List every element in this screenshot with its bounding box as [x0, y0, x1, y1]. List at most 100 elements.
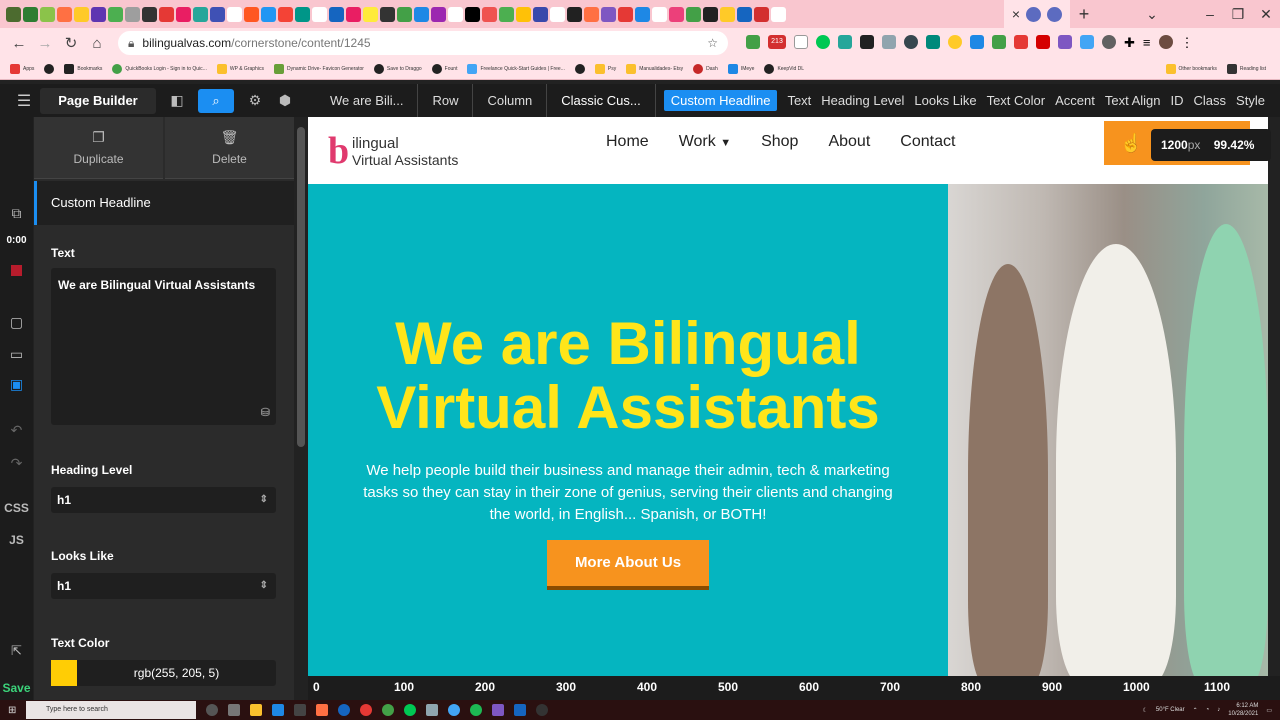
extension-icon[interactable]	[860, 35, 874, 49]
tab-favicon[interactable]	[363, 6, 378, 22]
tab-favicon[interactable]	[227, 6, 242, 22]
extension-icon[interactable]	[1014, 35, 1028, 49]
tab-favicon[interactable]	[754, 6, 769, 22]
bookmark-star-icon[interactable]: ☆	[707, 36, 718, 50]
tab-favicon[interactable]	[278, 6, 293, 22]
tab-favicon[interactable]	[74, 6, 89, 22]
profile-avatar[interactable]	[1158, 35, 1173, 49]
tab-favicon[interactable]	[550, 6, 565, 22]
cube-icon[interactable]: ⬢	[270, 92, 300, 109]
extension-icon[interactable]	[970, 35, 984, 49]
tab-favicon[interactable]	[397, 6, 412, 22]
gear-icon[interactable]: ⚙	[240, 92, 270, 109]
tray-chevron-icon[interactable]: ⌃	[1193, 707, 1198, 714]
css-button[interactable]: CSS	[0, 501, 33, 515]
extension-icon[interactable]	[1080, 35, 1094, 49]
taskbar-search-input[interactable]: Type here to search	[26, 701, 196, 719]
desktop-icon[interactable]: ▣	[0, 376, 33, 393]
tab-favicon[interactable]	[703, 6, 718, 22]
windows-start-icon[interactable]: ⊞	[8, 705, 16, 716]
reading-list[interactable]: Reading list	[1226, 63, 1266, 74]
nav-shop[interactable]: Shop	[761, 133, 798, 151]
bookmark-folder[interactable]: WP & Graphics	[216, 63, 264, 74]
heading-level-select[interactable]: h1 ⇕	[51, 487, 276, 513]
property-link-text-color[interactable]: Text Color	[987, 93, 1046, 108]
tab-favicon[interactable]	[91, 6, 106, 22]
property-link-accent[interactable]: Accent	[1055, 93, 1095, 108]
tab-favicon[interactable]	[499, 6, 514, 22]
js-button[interactable]: JS	[0, 533, 33, 547]
bookmark-folder[interactable]: Psy	[594, 63, 616, 74]
extensions-puzzle-icon[interactable]: ✚	[1124, 35, 1135, 51]
reload-icon[interactable]: ↻	[58, 34, 84, 52]
site-logo[interactable]: b ilingual Virtual Assistants	[328, 127, 498, 172]
property-link-class[interactable]: Class	[1194, 93, 1227, 108]
laptop-icon[interactable]: ▭	[0, 346, 33, 363]
tab-favicon[interactable]	[23, 6, 38, 22]
tab-favicon[interactable]	[414, 6, 429, 22]
tab-favicon[interactable]	[210, 6, 225, 22]
bookmark-folder[interactable]: Manualidades- Etsy	[626, 63, 683, 74]
layout-panel-icon[interactable]: ◧	[162, 92, 192, 109]
tab-favicon[interactable]	[771, 6, 786, 22]
bookmark-item[interactable]: Freelance Quick-Start Guides | Free...	[467, 63, 565, 74]
hero-heading[interactable]: We are Bilingual Virtual Assistants	[308, 312, 948, 440]
breadcrumb-item[interactable]: Column	[473, 84, 548, 117]
delete-button[interactable]: 🗑︎ Delete	[165, 117, 294, 179]
store-icon[interactable]	[294, 704, 306, 716]
breadcrumb-item[interactable]: Classic Cus...	[547, 84, 656, 117]
bookmark-item[interactable]: Dynamic Drive- Favicon Generator	[273, 63, 364, 74]
headline-text-input[interactable]: We are Bilingual Virtual Assistants ⛁	[51, 268, 276, 425]
tab-favicon[interactable]	[567, 6, 582, 22]
taskbar-app-icon[interactable]	[404, 704, 416, 716]
tab-favicon[interactable]	[193, 6, 208, 22]
taskbar-app-icon[interactable]	[492, 704, 504, 716]
menu-dots-icon[interactable]: ⋮	[1181, 35, 1194, 51]
tab-favicon[interactable]	[261, 6, 276, 22]
nav-work[interactable]: Work ▼	[679, 133, 731, 151]
tab-favicon[interactable]	[57, 6, 72, 22]
tab-search-icon[interactable]: ⌄	[1138, 6, 1166, 23]
extension-icon[interactable]	[816, 35, 830, 49]
tab-favicon[interactable]	[176, 6, 191, 22]
tab-favicon[interactable]	[618, 6, 633, 22]
tab-favicon[interactable]	[737, 6, 752, 22]
close-window-icon[interactable]: ✕	[1252, 6, 1280, 23]
extension-icon[interactable]	[992, 35, 1006, 49]
extension-icon[interactable]	[1036, 35, 1050, 49]
bookmark-item[interactable]: Save to Draggo	[373, 63, 422, 74]
color-swatch[interactable]	[51, 660, 77, 686]
bookmark-item[interactable]: QuickBooks Login - Sign in to Quic...	[112, 63, 207, 74]
nav-contact[interactable]: Contact	[900, 133, 955, 151]
tab-favicon[interactable]	[295, 6, 310, 22]
extension-icon[interactable]	[794, 35, 808, 49]
extension-icon[interactable]	[882, 35, 896, 49]
extension-icon[interactable]	[746, 35, 760, 49]
tab-favicon[interactable]	[125, 6, 140, 22]
tab-favicon[interactable]	[465, 6, 480, 22]
home-icon[interactable]: ⌂	[84, 35, 110, 52]
save-button[interactable]: Save	[0, 676, 33, 700]
tab-favicon[interactable]	[159, 6, 174, 22]
tab-favicon[interactable]	[40, 6, 55, 22]
bookmark-item[interactable]	[574, 63, 585, 74]
property-link-text-align[interactable]: Text Align	[1105, 93, 1161, 108]
text-color-input[interactable]: rgb(255, 205, 5)	[51, 660, 276, 686]
undo-icon[interactable]: ↶	[0, 422, 33, 439]
property-link-style[interactable]: Style	[1236, 93, 1265, 108]
taskbar-app-icon[interactable]	[338, 704, 350, 716]
minimize-icon[interactable]: –	[1196, 6, 1224, 22]
tab-favicon[interactable]	[431, 6, 446, 22]
task-view-icon[interactable]	[206, 704, 218, 716]
bookmark-folder[interactable]: Other bookmarks	[1165, 63, 1217, 74]
extension-icon[interactable]	[926, 35, 940, 49]
extension-icon[interactable]	[838, 35, 852, 49]
weather-text[interactable]: 50°F Clear	[1156, 707, 1185, 713]
tab-favicon[interactable]	[635, 6, 650, 22]
clock[interactable]: 6:12 AM 10/28/2021	[1228, 702, 1258, 718]
back-icon[interactable]: ←	[6, 35, 32, 52]
volume-icon[interactable]: ♪	[1217, 707, 1220, 713]
extension-icon[interactable]	[1058, 35, 1072, 49]
external-link-icon[interactable]: ⇱	[0, 643, 33, 659]
bookmark-item[interactable]: Dash	[693, 63, 718, 74]
